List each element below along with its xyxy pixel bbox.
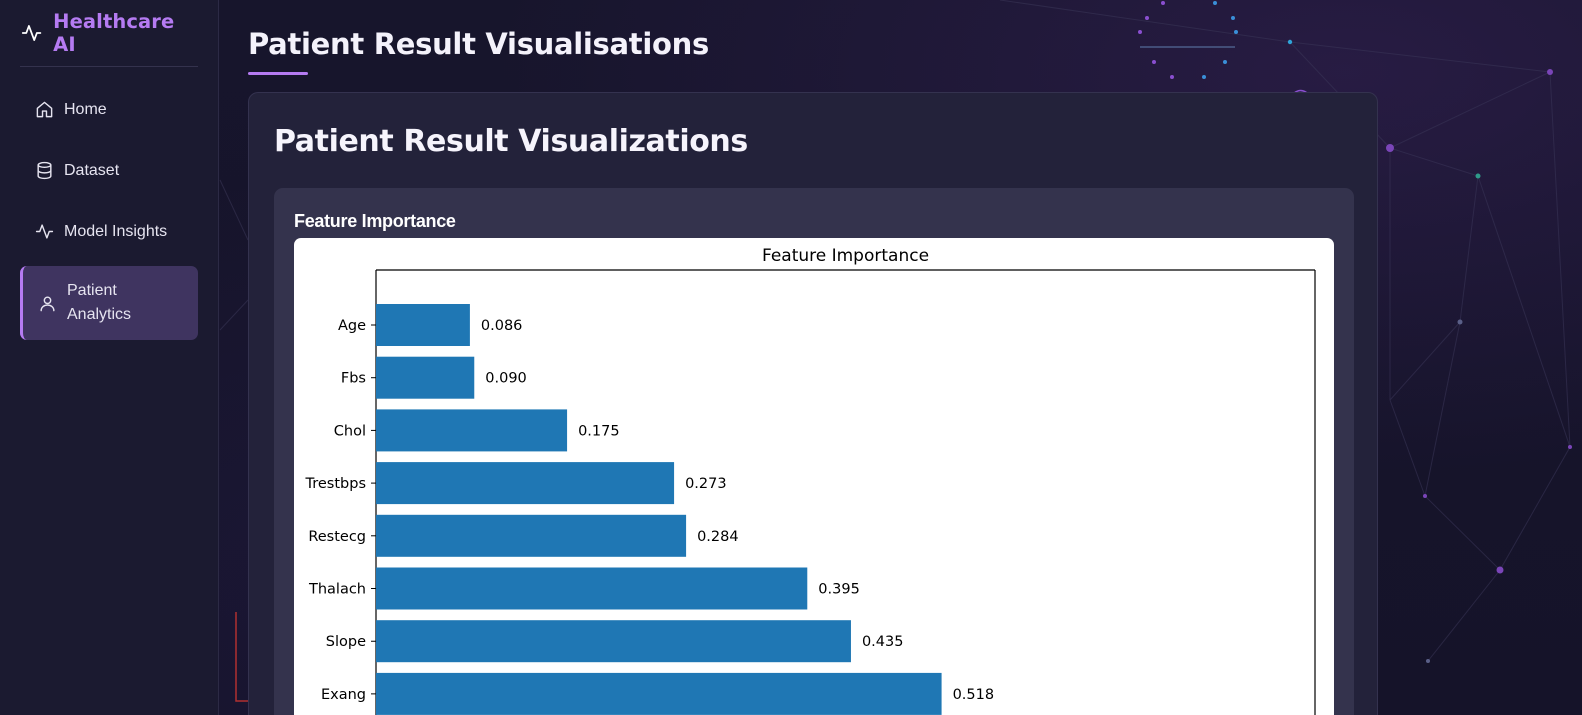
value-label: 0.518 (953, 687, 995, 703)
feature-importance-panel: Feature Importance Feature Importance Age… (274, 188, 1354, 715)
y-tick-label: Fbs (341, 371, 366, 387)
home-icon (36, 101, 53, 118)
sidebar-item-patient-analytics[interactable]: Patient Analytics (20, 266, 198, 340)
brand-name: Healthcare AI (53, 10, 175, 56)
value-label: 0.090 (485, 371, 527, 387)
y-tick-label: Chol (334, 423, 366, 439)
value-label: 0.273 (685, 476, 727, 492)
sidebar-item-label: Patient Analytics (67, 282, 132, 323)
page-title: Patient Result Visualisations (248, 27, 709, 61)
value-label: 0.435 (862, 634, 904, 650)
bar (376, 514, 687, 557)
bar (376, 567, 808, 610)
value-label: 0.395 (818, 582, 860, 598)
value-label: 0.284 (697, 529, 739, 545)
y-tick-label: Exang (321, 687, 366, 703)
sidebar-item-label: Dataset (64, 161, 120, 179)
chart-svg: Feature Importance Age 0.086 Fbs 0.090 Chol 0.… (305, 246, 1316, 715)
sidebar: Healthcare AI Home Dataset Model Insight… (0, 0, 219, 715)
y-tick-label: Restecg (308, 529, 366, 545)
activity-icon (35, 224, 54, 239)
sidebar-item-label: Home (64, 100, 107, 118)
value-label: 0.175 (578, 423, 620, 439)
bar (376, 672, 942, 715)
sidebar-item-model-insights[interactable]: Model Insights (20, 201, 198, 262)
database-icon (37, 161, 52, 180)
value-label: 0.086 (481, 318, 523, 334)
feature-importance-chart: Feature Importance Age 0.086 Fbs 0.090 Chol 0.… (294, 238, 1334, 715)
sidebar-item-label: Model Insights (64, 222, 168, 240)
y-tick-label: Trestbps (305, 476, 367, 492)
y-tick-label: Slope (326, 634, 366, 650)
bar (376, 304, 470, 346)
panel-title: Feature Importance (294, 211, 456, 231)
bar (376, 356, 475, 399)
bar (376, 620, 851, 663)
title-underline (248, 72, 308, 75)
sidebar-item-dataset[interactable]: Dataset (20, 140, 198, 201)
y-tick-label: Age (338, 318, 366, 334)
y-tick-label: Thalach (308, 582, 366, 598)
bar (376, 409, 568, 452)
chart-title: Feature Importance (762, 246, 929, 266)
sidebar-item-home[interactable]: Home (20, 79, 198, 140)
activity-icon (21, 25, 42, 41)
visualizations-card: Patient Result Visualizations Feature Im… (248, 92, 1378, 715)
user-icon (40, 295, 55, 311)
bar (376, 462, 675, 505)
brand[interactable]: Healthcare AI (20, 0, 198, 67)
sidebar-nav: Home Dataset Model Insights Patient Anal… (20, 79, 198, 340)
card-title: Patient Result Visualizations (274, 124, 748, 159)
